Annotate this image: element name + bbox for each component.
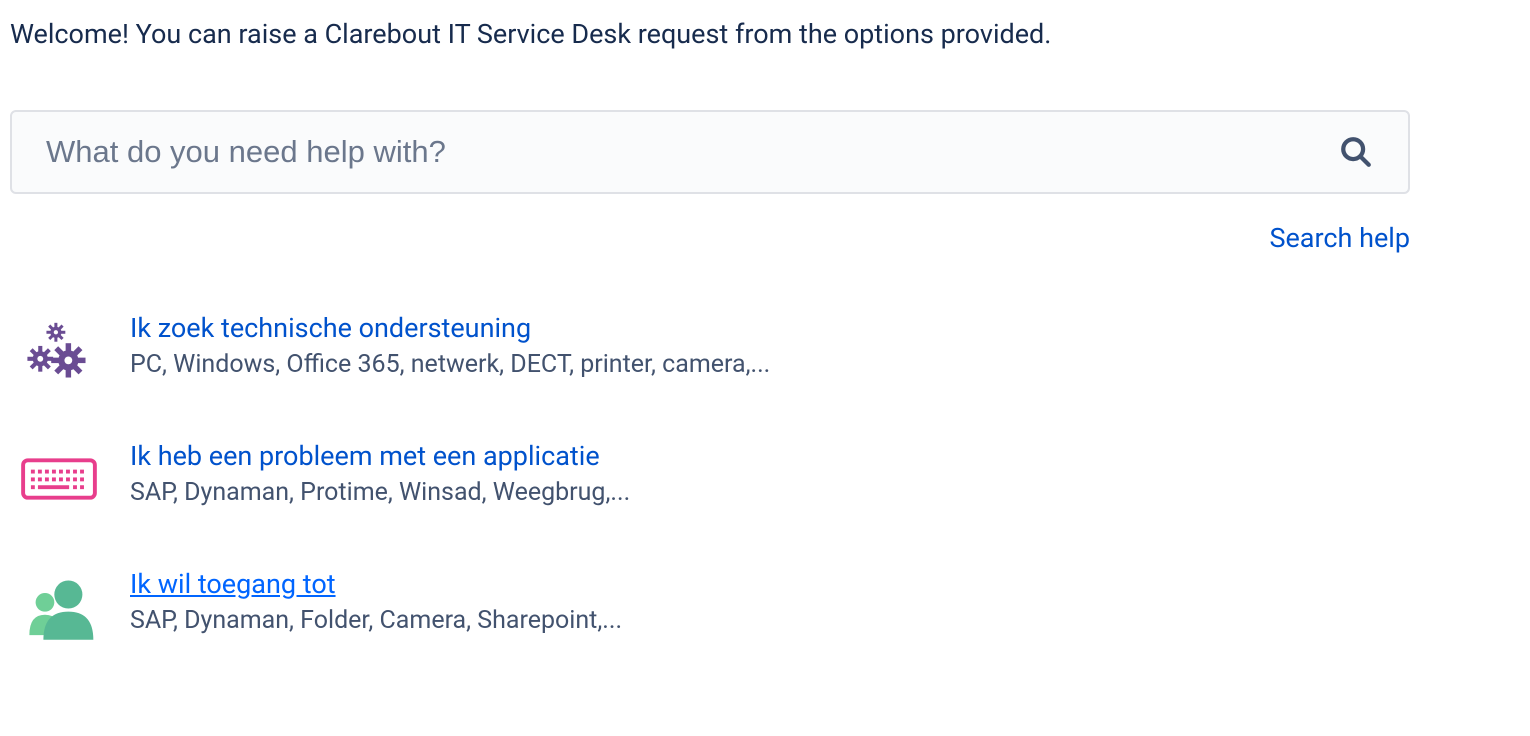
request-type-access[interactable]: Ik wil toegang tot SAP, Dynaman, Folder,… (10, 548, 1520, 676)
keyboard-icon (20, 440, 98, 518)
search-icon[interactable] (1338, 134, 1374, 170)
request-title: Ik heb een probleem met een applicatie (130, 440, 630, 472)
request-description: SAP, Dynaman, Folder, Camera, Sharepoint… (130, 606, 622, 635)
request-title: Ik wil toegang tot (130, 568, 622, 600)
request-type-tech-support[interactable]: Ik zoek technische ondersteuning PC, Win… (10, 292, 1520, 420)
request-type-app-problem[interactable]: Ik heb een probleem met een applicatie S… (10, 420, 1520, 548)
search-input[interactable] (46, 134, 1338, 170)
gears-icon (20, 312, 98, 390)
request-title: Ik zoek technische ondersteuning (130, 312, 770, 344)
search-help-link[interactable]: Search help (1269, 222, 1410, 254)
people-icon (20, 568, 98, 646)
welcome-text: Welcome! You can raise a Clarebout IT Se… (10, 18, 1520, 50)
request-types-list: Ik zoek technische ondersteuning PC, Win… (10, 292, 1520, 676)
search-box[interactable] (10, 110, 1410, 194)
request-description: SAP, Dynaman, Protime, Winsad, Weegbrug,… (130, 478, 630, 507)
request-description: PC, Windows, Office 365, netwerk, DECT, … (130, 350, 770, 379)
